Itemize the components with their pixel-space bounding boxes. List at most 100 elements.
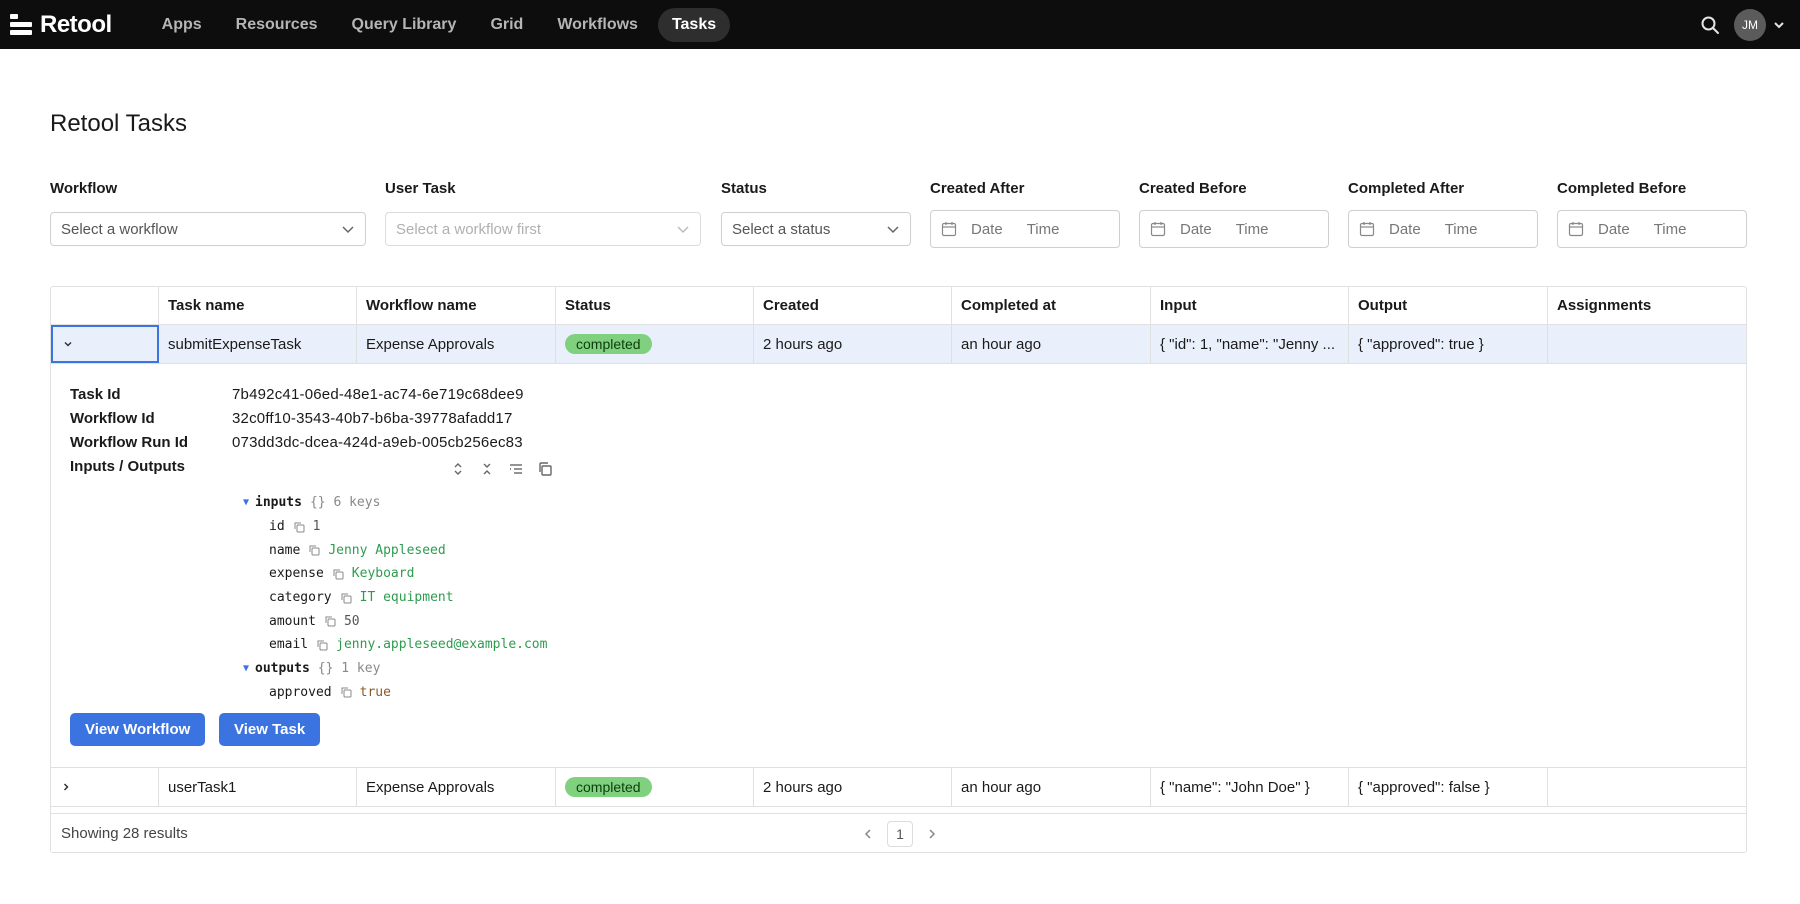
column-header-completed-at[interactable]: Completed at: [952, 287, 1151, 324]
avatar[interactable]: JM: [1734, 8, 1766, 41]
json-value: true: [359, 684, 391, 700]
time-placeholder: Time: [1235, 220, 1269, 238]
nav-link-query-library[interactable]: Query Library: [338, 8, 471, 42]
created-after-field[interactable]: Date Time: [930, 210, 1120, 248]
created-after-label: Created After: [930, 180, 1025, 197]
nav-links: Apps Resources Query Library Grid Workfl…: [148, 0, 736, 49]
column-header-workflow-name[interactable]: Workflow name: [357, 287, 556, 324]
json-item: name Jenny Appleseed: [243, 538, 547, 562]
json-value: 1: [312, 519, 321, 535]
nav-link-apps[interactable]: Apps: [148, 8, 216, 42]
copy-icon[interactable]: [537, 461, 553, 477]
completed-before-filter: Completed Before Date Time: [1557, 180, 1747, 248]
cell-workflow-name: Expense Approvals: [357, 768, 556, 806]
triangle-down-icon[interactable]: ▼: [243, 663, 255, 674]
table-row[interactable]: userTask1 Expense Approvals completed 2 …: [51, 768, 1746, 807]
row-expand-toggle[interactable]: [51, 768, 159, 806]
json-meta: {} 6 keys: [309, 495, 381, 511]
cell-status: completed: [556, 325, 754, 363]
task-id-value: 7b492c41-06ed-48e1-ac74-6e719c68dee9: [232, 386, 524, 403]
status-filter-label: Status: [721, 180, 767, 197]
json-key: id: [269, 519, 285, 535]
nav-link-grid[interactable]: Grid: [476, 8, 537, 42]
date-placeholder: Date: [1598, 220, 1630, 238]
column-header-output[interactable]: Output: [1349, 287, 1548, 324]
copy-icon[interactable]: [340, 686, 352, 698]
json-inputs-node[interactable]: ▼ inputs {} 6 keys: [243, 491, 547, 515]
cell-task-name: submitExpenseTask: [159, 325, 357, 363]
column-header-created[interactable]: Created: [754, 287, 952, 324]
created-before-filter: Created Before Date Time: [1139, 180, 1329, 248]
json-meta: {} 1 key: [317, 661, 381, 677]
chevron-left-icon[interactable]: [861, 827, 875, 841]
task-id-label: Task Id: [70, 386, 121, 403]
cell-created: 2 hours ago: [754, 325, 952, 363]
format-icon[interactable]: [508, 461, 524, 477]
table-row[interactable]: submitExpenseTask Expense Approvals comp…: [51, 325, 1746, 364]
column-header-status[interactable]: Status: [556, 287, 754, 324]
workflow-run-id-row: Workflow Run Id 073dd3dc-dcea-424d-a9eb-0…: [70, 434, 523, 451]
status-badge: completed: [565, 334, 652, 354]
json-key: amount: [269, 613, 316, 629]
column-header-assignments[interactable]: Assignments: [1548, 287, 1746, 324]
expand-all-icon[interactable]: [450, 461, 466, 477]
copy-icon[interactable]: [293, 521, 305, 533]
copy-icon[interactable]: [316, 639, 328, 651]
collapse-all-icon[interactable]: [479, 461, 495, 477]
copy-icon[interactable]: [324, 615, 336, 627]
tasks-table: Task name Workflow name Status Created C…: [50, 286, 1747, 853]
completed-after-field[interactable]: Date Time: [1348, 210, 1538, 248]
chevron-down-icon[interactable]: [1772, 18, 1786, 32]
created-before-field[interactable]: Date Time: [1139, 210, 1329, 248]
copy-icon[interactable]: [308, 544, 320, 556]
calendar-icon: [941, 222, 957, 237]
cell-task-name: userTask1: [159, 768, 357, 806]
row-expand-toggle[interactable]: [51, 325, 159, 363]
workflow-run-id-value: 073dd3dc-dcea-424d-a9eb-005cb256ec83: [232, 434, 523, 451]
chevron-down-icon: [887, 226, 899, 234]
view-task-button[interactable]: View Task: [219, 713, 321, 746]
status-filter: Status Select a status: [721, 180, 911, 246]
triangle-down-icon[interactable]: ▼: [243, 497, 255, 508]
nav-link-resources[interactable]: Resources: [222, 8, 332, 42]
json-key: inputs: [255, 495, 302, 511]
nav-link-tasks[interactable]: Tasks: [657, 7, 731, 42]
json-item: category IT equipment: [243, 586, 547, 610]
json-item: approved true: [243, 681, 547, 705]
copy-icon[interactable]: [340, 592, 352, 604]
json-value: 50: [343, 613, 360, 629]
nav-right: JM: [1700, 0, 1786, 49]
completed-before-field[interactable]: Date Time: [1557, 210, 1747, 248]
copy-icon[interactable]: [332, 568, 344, 580]
column-header-task-name[interactable]: Task name: [159, 287, 357, 324]
completed-before-label: Completed Before: [1557, 180, 1687, 197]
user-task-select-placeholder: Select a workflow first: [396, 220, 542, 238]
calendar-icon: [1359, 222, 1375, 237]
table-header: Task name Workflow name Status Created C…: [51, 287, 1746, 325]
column-header-expand: [51, 287, 159, 324]
json-key: expense: [269, 566, 324, 582]
retool-logo[interactable]: Retool: [10, 0, 112, 49]
completed-after-label: Completed After: [1348, 180, 1465, 197]
json-outputs-node[interactable]: ▼ outputs {} 1 key: [243, 657, 547, 681]
status-select[interactable]: Select a status: [721, 212, 911, 246]
json-value: IT equipment: [359, 590, 454, 606]
task-id-row: Task Id 7b492c41-06ed-48e1-ac74-6e719c68d…: [70, 386, 524, 403]
json-item: id 1: [243, 515, 547, 539]
chevron-right-icon[interactable]: [925, 827, 939, 841]
date-placeholder: Date: [1389, 220, 1421, 238]
user-task-select[interactable]: Select a workflow first: [385, 212, 701, 246]
page-number[interactable]: 1: [887, 821, 913, 847]
status-select-placeholder: Select a status: [732, 220, 831, 238]
workflow-filter: Workflow Select a workflow: [50, 180, 366, 246]
json-key: email: [269, 637, 309, 653]
search-icon[interactable]: [1700, 15, 1720, 35]
workflow-id-label: Workflow Id: [70, 410, 155, 427]
nav-link-workflows[interactable]: Workflows: [543, 8, 652, 42]
workflow-select[interactable]: Select a workflow: [50, 212, 366, 246]
calendar-icon: [1568, 222, 1584, 237]
cell-workflow-name: Expense Approvals: [357, 325, 556, 363]
view-workflow-button[interactable]: View Workflow: [70, 713, 206, 746]
column-header-input[interactable]: Input: [1151, 287, 1349, 324]
chevron-down-icon: [677, 226, 689, 234]
